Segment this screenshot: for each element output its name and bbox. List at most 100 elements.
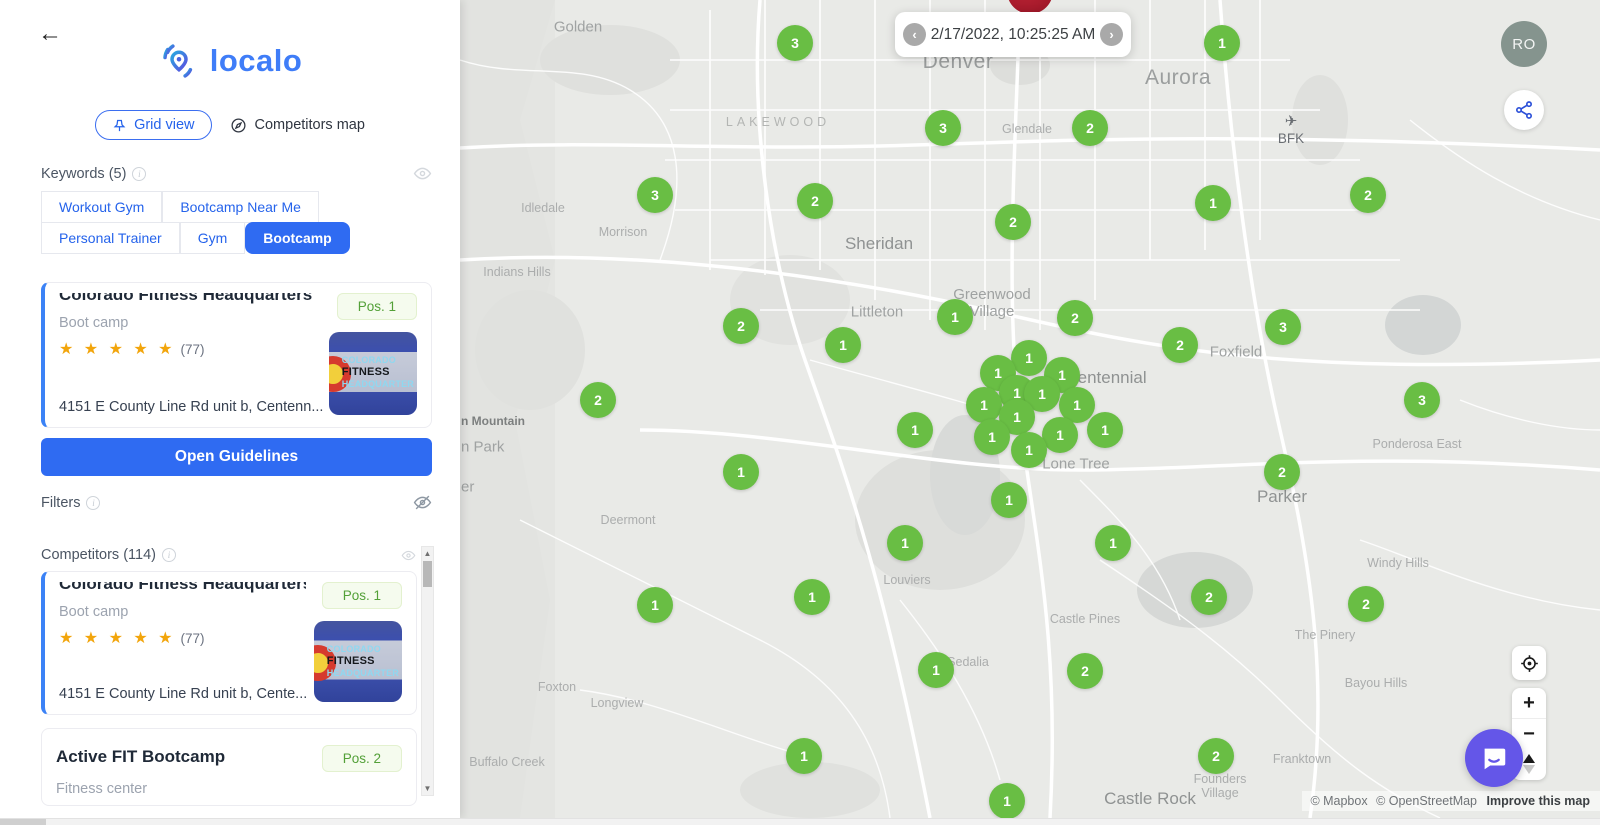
zoom-in-button[interactable]: + xyxy=(1512,688,1546,718)
selected-business-card[interactable]: Colorado Fitness Headquarters Boot camp … xyxy=(41,282,432,428)
map-marker[interactable]: 2 xyxy=(1198,738,1234,774)
business-address: 4151 E County Line Rd unit b, Centenn... xyxy=(59,377,321,415)
filters-header: Filters i xyxy=(41,493,432,512)
view-tabs: Grid view Competitors map xyxy=(0,110,460,140)
date-navigator: ‹ 2/17/2022, 10:25:25 AM › xyxy=(895,12,1131,57)
date-text: 2/17/2022, 10:25:25 AM xyxy=(931,26,1096,44)
horizontal-scrollbar-thumb[interactable] xyxy=(0,819,46,825)
competitors-info-icon: i xyxy=(162,548,176,562)
logo: localo xyxy=(0,40,460,82)
map-attribution: © Mapbox © OpenStreetMap Improve this ma… xyxy=(1302,791,1600,811)
keywords-visibility-toggle-icon[interactable] xyxy=(413,164,432,183)
map-marker[interactable]: 1 xyxy=(897,412,933,448)
scrollbar-up-arrow[interactable]: ▲ xyxy=(422,549,433,558)
map-marker[interactable]: 1 xyxy=(918,652,954,688)
map-marker[interactable]: 2 xyxy=(580,382,616,418)
business-category: Boot camp xyxy=(59,315,321,331)
back-button[interactable]: ← xyxy=(38,22,62,46)
competitors-label: Competitors (114) xyxy=(41,547,156,563)
map-marker[interactable]: 3 xyxy=(1404,382,1440,418)
airport-label: ✈ BFK xyxy=(1278,112,1304,148)
map-marker[interactable]: 1 xyxy=(991,482,1027,518)
map-marker[interactable]: 1 xyxy=(1042,417,1078,453)
map-marker[interactable]: 1 xyxy=(723,454,759,490)
keyword-chip-personal-trainer[interactable]: Personal Trainer xyxy=(41,222,180,254)
competitor-address: 4151 E County Line Rd unit b, Cente... xyxy=(59,664,306,702)
improve-map-link[interactable]: Improve this map xyxy=(1487,794,1591,808)
map-marker[interactable]: 2 xyxy=(1072,110,1108,146)
pitch-down-icon xyxy=(1523,765,1535,774)
competitor-category: Boot camp xyxy=(59,604,306,620)
keyword-chip-gym[interactable]: Gym xyxy=(180,222,246,254)
compass-icon xyxy=(230,117,247,134)
geolocate-button[interactable] xyxy=(1512,646,1546,680)
map-marker[interactable]: 1 xyxy=(974,419,1010,455)
map-marker[interactable]: 2 xyxy=(797,183,833,219)
map-marker[interactable]: 3 xyxy=(637,177,673,213)
star-rating-icons: ★ ★ ★ ★ ★ xyxy=(59,339,176,359)
open-guidelines-button[interactable]: Open Guidelines xyxy=(41,438,432,476)
competitors-visibility-toggle-icon[interactable] xyxy=(401,548,416,563)
share-icon xyxy=(1514,100,1534,120)
chat-widget-button[interactable] xyxy=(1465,729,1523,787)
map-marker[interactable]: 2 xyxy=(1348,586,1384,622)
map-marker[interactable]: 2 xyxy=(723,308,759,344)
map-marker[interactable]: 2 xyxy=(995,204,1031,240)
keyword-chip-workout-gym[interactable]: Workout Gym xyxy=(41,191,162,223)
map-marker[interactable]: 2 xyxy=(1191,579,1227,615)
scrollbar-down-arrow[interactable]: ▼ xyxy=(422,784,433,793)
competitor-card-2[interactable]: Active FIT Bootcamp Fitness center Pos. … xyxy=(41,728,417,806)
keyword-chips: Workout Gym Bootcamp Near Me Personal Tr… xyxy=(41,191,419,254)
map-marker[interactable]: 3 xyxy=(925,110,961,146)
filters-visibility-off-icon[interactable] xyxy=(413,493,432,512)
map-canvas[interactable]: GoldenDenverAuroraLAKEWOODGlendaleIdleda… xyxy=(460,0,1600,818)
tab-grid-view[interactable]: Grid view xyxy=(95,110,211,140)
map-marker[interactable]: 1 xyxy=(887,525,923,561)
map-marker[interactable]: 1 xyxy=(989,783,1025,818)
map-marker[interactable]: 1 xyxy=(937,299,973,335)
competitors-list: Colorado Fitness Headquarters Boot camp … xyxy=(0,571,460,806)
competitor-card-1[interactable]: Colorado Fitness Headquarters Boot camp … xyxy=(41,571,417,715)
map-marker[interactable]: 1 xyxy=(1095,525,1131,561)
business-thumbnail: COLORADO FITNESS HEADQUARTER xyxy=(329,332,417,415)
map-marker[interactable]: 2 xyxy=(1067,653,1103,689)
map-marker[interactable]: 3 xyxy=(1265,309,1301,345)
scrollbar-thumb[interactable] xyxy=(423,561,432,587)
share-button[interactable] xyxy=(1504,90,1544,130)
map-marker[interactable]: 1 xyxy=(966,387,1002,423)
map-marker[interactable]: 2 xyxy=(1057,300,1093,336)
keyword-chip-bootcamp-near-me[interactable]: Bootcamp Near Me xyxy=(162,191,319,223)
osm-attribution-link[interactable]: © OpenStreetMap xyxy=(1376,794,1477,808)
map-marker[interactable]: 3 xyxy=(777,25,813,61)
competitor-title: Active FIT Bootcamp xyxy=(56,747,306,767)
map-marker[interactable]: 2 xyxy=(1264,454,1300,490)
pin-icon xyxy=(112,118,127,133)
map-marker[interactable]: 1 xyxy=(1011,340,1047,376)
map-marker[interactable]: 2 xyxy=(1162,327,1198,363)
business-title: Colorado Fitness Headquarters xyxy=(59,293,321,305)
map-marker[interactable]: 1 xyxy=(1087,412,1123,448)
logo-text: localo xyxy=(210,43,303,79)
map-marker[interactable]: 1 xyxy=(637,587,673,623)
chat-bubble-icon xyxy=(1479,743,1509,773)
next-date-button[interactable]: › xyxy=(1100,23,1123,46)
map-marker[interactable]: 1 xyxy=(1011,432,1047,468)
competitors-scrollbar[interactable]: ▲ ▼ xyxy=(421,546,434,796)
tab-competitors-map[interactable]: Competitors map xyxy=(230,117,365,134)
airplane-icon: ✈ xyxy=(1278,112,1304,130)
map-marker[interactable]: 1 xyxy=(1195,185,1231,221)
prev-date-button[interactable]: ‹ xyxy=(903,23,926,46)
sidebar-panel: ← localo Grid view Competitors map xyxy=(0,0,460,818)
map-marker[interactable]: 1 xyxy=(794,579,830,615)
star-rating-icons: ★ ★ ★ ★ ★ xyxy=(59,628,176,648)
map-marker[interactable]: 2 xyxy=(1350,177,1386,213)
map-marker[interactable]: 1 xyxy=(786,738,822,774)
map-marker[interactable]: 1 xyxy=(825,327,861,363)
horizontal-scrollbar[interactable] xyxy=(0,818,1600,825)
filters-info-icon: i xyxy=(86,496,100,510)
keywords-label: Keywords (5) xyxy=(41,166,126,182)
mapbox-attribution-link[interactable]: © Mapbox xyxy=(1310,794,1367,808)
keyword-chip-bootcamp-selected[interactable]: Bootcamp xyxy=(245,222,349,254)
map-marker[interactable]: 1 xyxy=(1204,25,1240,61)
user-avatar[interactable]: RO xyxy=(1501,21,1547,67)
